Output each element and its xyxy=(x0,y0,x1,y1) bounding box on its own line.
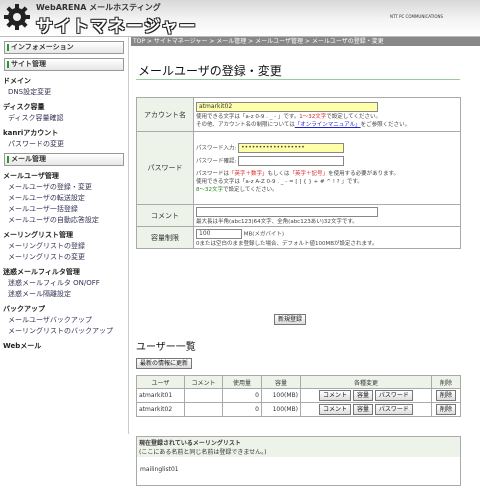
comment-cell xyxy=(184,402,223,417)
users-table: ユーザ コメント 使用量 容量 各種変更 削除 atmarkit01 0 100… xyxy=(136,375,461,417)
sidebar-item-user-backup[interactable]: メールユーザバックアップ xyxy=(8,315,128,325)
account-hint-2: その他、アカウント名の制限については「オンラインマニュアル」をご参照ください。 xyxy=(196,121,411,128)
usage-cell: 0 xyxy=(222,402,262,417)
sidebar-item-ml-backup[interactable]: メーリングリストのバックアップ xyxy=(8,326,128,336)
quota-input[interactable]: 100 xyxy=(196,228,242,239)
comment-hint: 最大長は半角(abc123)64文字、全角(abc123あい)32文字です。 xyxy=(196,218,358,225)
account-input[interactable]: atmarkit02 xyxy=(196,101,378,112)
col-delete: 削除 xyxy=(431,375,461,389)
sidebar-item-spam-quarantine[interactable]: 迷惑メール隔離設定 xyxy=(8,289,128,299)
mailing-list-note: (ここにある名前と同じ名前は登録できません。) xyxy=(139,449,267,456)
users-section-title: ユーザー一覧 xyxy=(136,342,196,353)
sidebar-item-ml-change[interactable]: メーリングリストの変更 xyxy=(8,252,128,262)
page-title: メールユーザの登録・変更 xyxy=(138,64,282,78)
table-row: atmarkit01 0 100(MB) コメント 容量 パスワード 削除 xyxy=(136,388,461,403)
mailing-list-box: 現在登録されているメーリングリスト (ここにある名前と同じ名前は登録できません。… xyxy=(136,436,461,486)
col-changes: 各種変更 xyxy=(300,375,432,389)
sidebar-item-ml-register[interactable]: メーリングリストの登録 xyxy=(8,241,128,251)
edit-password-button[interactable]: パスワード xyxy=(374,390,413,401)
sidebar-item-disk-check[interactable]: ディスク容量確認 xyxy=(8,113,128,123)
refresh-button[interactable]: 最新の情報に更新 xyxy=(136,358,193,369)
password-hint-1: パスワードは「英字＋数字」もしくは「英字＋記号」を使用する必要があります。 xyxy=(196,171,400,177)
user-form: アカウント名 atmarkit02 使用できる文字は「a-z 0-9 . _ -… xyxy=(136,97,461,249)
sidebar-section-disk: ディスク容量 xyxy=(3,103,45,111)
brand-title: サイトマネージャー xyxy=(36,17,197,37)
delete-button[interactable]: 削除 xyxy=(435,404,456,415)
sidebar-section-spam: 迷惑メールフィルタ管理 xyxy=(3,268,80,276)
col-quota: 容量 xyxy=(261,375,301,389)
password-confirm-input[interactable] xyxy=(238,156,345,166)
sidebar-button-information[interactable]: インフォメーション xyxy=(4,41,124,54)
user-cell: atmarkit02 xyxy=(136,402,185,417)
col-user: ユーザ xyxy=(136,375,185,389)
sidebar-section-domain: ドメイン xyxy=(3,77,31,85)
sidebar-section-kanri: kanriアカウント xyxy=(3,129,59,137)
comment-input[interactable] xyxy=(196,206,378,217)
mailing-list-title: 現在登録されているメーリングリスト xyxy=(139,440,241,447)
edit-quota-button[interactable]: 容量 xyxy=(352,404,373,415)
online-manual-link[interactable]: 「オンラインマニュアル」 xyxy=(295,122,361,128)
table-row: atmarkit02 0 100(MB) コメント 容量 パスワード 削除 xyxy=(136,402,461,417)
col-comment: コメント xyxy=(184,375,223,389)
sidebar-item-dns[interactable]: DNS設定変更 xyxy=(8,87,128,97)
col-usage: 使用量 xyxy=(222,375,262,389)
edit-comment-button[interactable]: コメント xyxy=(319,404,352,415)
account-hint-1: 使用できる文字は「a-z 0-9 . _ - 」です。1〜32文字で設定してくだ… xyxy=(196,113,381,120)
sidebar-button-mail-admin[interactable]: メール管理 xyxy=(4,153,124,166)
edit-password-button[interactable]: パスワード xyxy=(374,404,413,415)
register-button[interactable]: 新規登録 xyxy=(274,314,307,325)
password-hint-2: 使用できる文字は「a-z A-Z 0-9 . _ - = [ ] { } + #… xyxy=(196,179,363,185)
mailing-list-item: mailinglist01 xyxy=(140,466,179,473)
sidebar: インフォメーション サイト管理 ドメイン DNS設定変更 ディスク容量 ディスク… xyxy=(0,37,129,434)
quota-cell: 100(MB) xyxy=(261,402,301,417)
app-header: WebARENA メールホスティング サイトマネージャー NTT PC COMM… xyxy=(0,0,480,37)
quota-hint: 0または空白のまま登録した場合、デフォルト値100MBが設定されます。 xyxy=(196,240,378,247)
password-label: パスワード xyxy=(136,131,194,205)
password-input[interactable]: •••••••••••••••••• xyxy=(238,143,345,153)
password-input-label: パスワード入力: xyxy=(196,145,237,152)
quota-unit: MB(メガバイト) xyxy=(243,231,285,237)
password-hint-3: 8〜32文字で設定してください。 xyxy=(196,187,278,193)
breadcrumb: TOP > サイトマネージャー > メール管理 > メールユーザ管理 > メール… xyxy=(131,37,480,46)
quota-label: 容量制限 xyxy=(136,226,194,249)
sidebar-item-mail-user-register[interactable]: メールユーザの登録・変更 xyxy=(8,182,128,192)
account-label: アカウント名 xyxy=(136,97,194,132)
comment-label: コメント xyxy=(136,204,194,227)
sidebar-section-mail-user: メールユーザ管理 xyxy=(3,172,59,180)
sidebar-section-backup: バックアップ xyxy=(3,305,45,313)
usage-cell: 0 xyxy=(222,388,262,403)
sidebar-item-mail-forward[interactable]: メールユーザの転送設定 xyxy=(8,193,128,203)
sidebar-item-spam-toggle[interactable]: 迷惑メールフィルタ ON/OFF xyxy=(8,278,128,288)
quota-cell: 100(MB) xyxy=(261,388,301,403)
sidebar-section-webmail: Webメール xyxy=(3,342,42,350)
user-cell: atmarkit01 xyxy=(136,388,185,403)
sidebar-section-mailing-list: メーリングリスト管理 xyxy=(3,231,73,239)
title-divider xyxy=(136,79,460,80)
sidebar-item-password-change[interactable]: パスワードの変更 xyxy=(8,139,128,149)
gear-icon xyxy=(4,4,30,30)
edit-comment-button[interactable]: コメント xyxy=(319,390,352,401)
sidebar-item-bulk-register[interactable]: メールユーザ一括登録 xyxy=(8,204,128,214)
ntt-logo: NTT PC COMMUNICATIONS xyxy=(390,14,444,19)
main-content: メールユーザの登録・変更 アカウント名 atmarkit02 使用できる文字は「… xyxy=(132,50,478,486)
comment-cell xyxy=(184,388,223,403)
edit-quota-button[interactable]: 容量 xyxy=(352,390,373,401)
sidebar-button-site-admin[interactable]: サイト管理 xyxy=(4,58,124,71)
password-confirm-label: パスワード確認: xyxy=(196,158,237,165)
delete-button[interactable]: 削除 xyxy=(435,390,456,401)
sidebar-item-auto-reply[interactable]: メールユーザの自動応答設定 xyxy=(8,215,128,225)
